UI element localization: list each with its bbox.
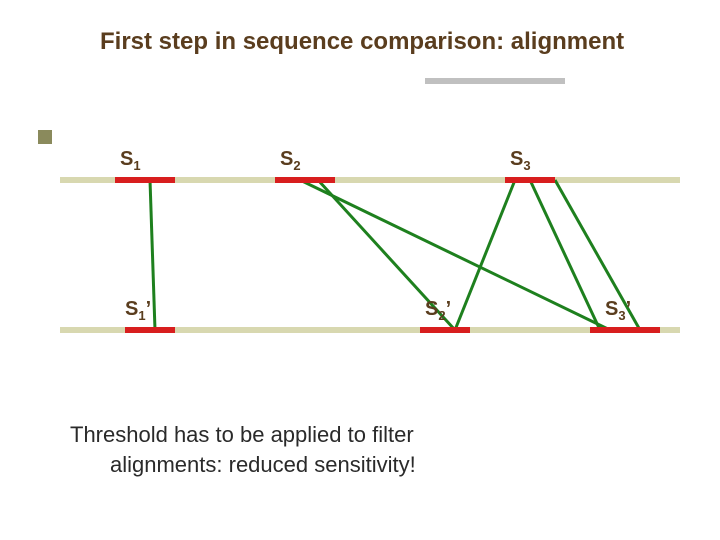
label-s2: S2 <box>280 148 301 173</box>
connector-3 <box>455 180 515 330</box>
label-s1-prime: S1’ <box>125 298 151 323</box>
label-s1: S1 <box>120 148 141 173</box>
caption-text: Threshold has to be applied to filter al… <box>70 420 416 479</box>
label-s2-prime: S2’ <box>425 298 451 323</box>
label-s3: S3 <box>510 148 531 173</box>
label-s3-prime: S3’ <box>605 298 631 323</box>
